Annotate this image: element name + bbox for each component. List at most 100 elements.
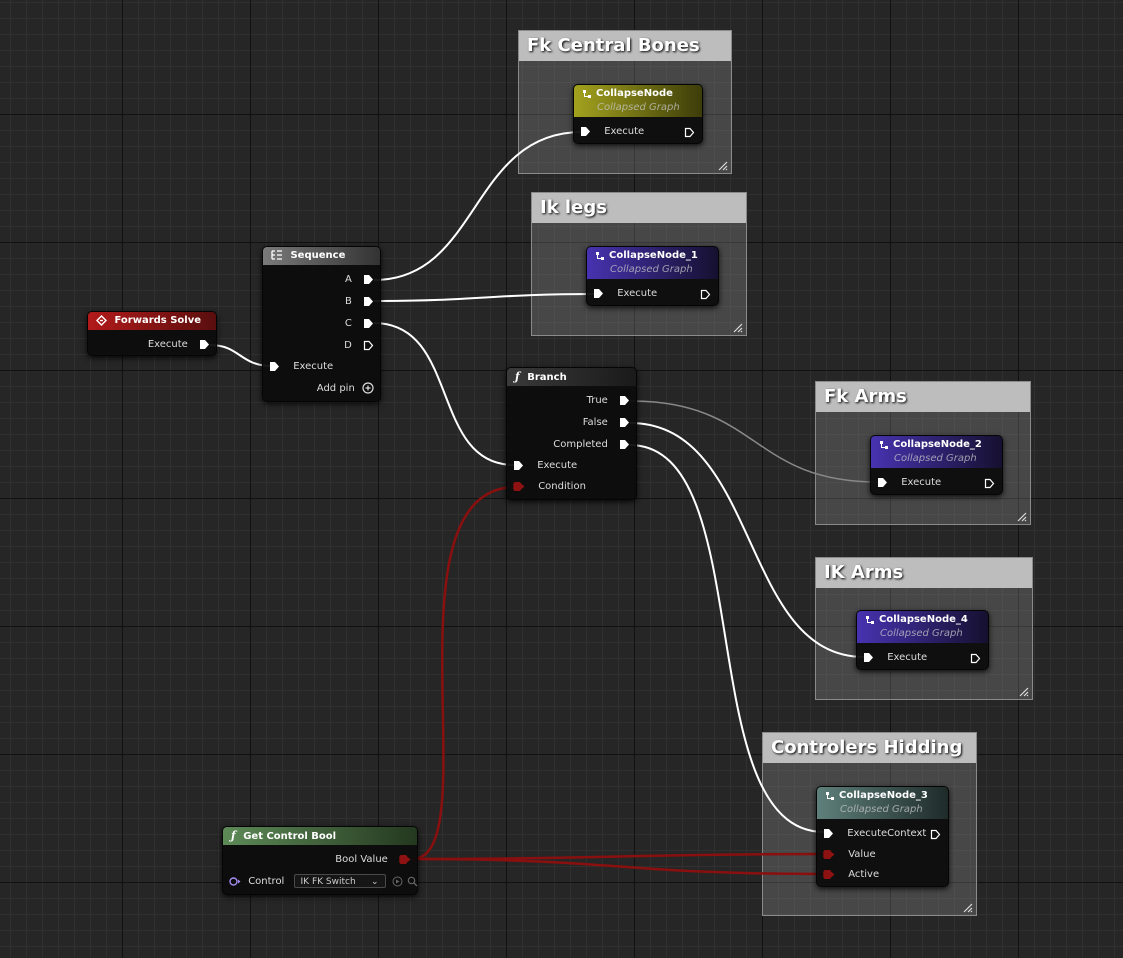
pin-label: Completed bbox=[553, 439, 608, 450]
add-pin-label: Add pin bbox=[316, 383, 355, 394]
exec-pin-icon[interactable] bbox=[619, 439, 630, 450]
node-subtitle: Collapsed Graph bbox=[880, 628, 963, 639]
function-icon: ƒ bbox=[515, 370, 520, 383]
exec-pin-icon[interactable] bbox=[877, 477, 888, 488]
collapsed-graph-icon bbox=[866, 616, 874, 624]
use-selected-icon[interactable] bbox=[392, 876, 403, 887]
node-header[interactable]: CollapseNode_3 Collapsed Graph bbox=[817, 787, 948, 819]
pin-active[interactable]: Active bbox=[823, 865, 879, 885]
pin-execute-in[interactable]: Execute bbox=[593, 284, 657, 304]
node-title: Sequence bbox=[290, 250, 346, 261]
pin-value[interactable]: Value bbox=[823, 845, 876, 865]
bool-pin-icon[interactable] bbox=[513, 481, 525, 491]
exec-pin-icon[interactable] bbox=[619, 417, 630, 428]
exec-pin-empty-icon[interactable] bbox=[984, 478, 995, 489]
node-title: CollapseNode_1 bbox=[609, 250, 698, 261]
search-icon[interactable] bbox=[407, 876, 418, 887]
pin-true[interactable]: True bbox=[587, 391, 630, 411]
node-header[interactable]: Forwards Solve bbox=[88, 312, 216, 330]
exec-pin-icon[interactable] bbox=[363, 296, 374, 307]
wire-branch-true-to-collapse2 bbox=[629, 400, 879, 483]
exec-pin-icon[interactable] bbox=[593, 288, 604, 299]
pin-label: Execute bbox=[604, 126, 645, 137]
node-header[interactable]: Sequence bbox=[263, 247, 380, 265]
pin-c[interactable]: C bbox=[345, 314, 374, 334]
exec-pin-empty-icon[interactable] bbox=[684, 127, 695, 138]
exec-pin-empty-icon[interactable] bbox=[970, 653, 981, 664]
node-title: Forwards Solve bbox=[114, 315, 202, 326]
pin-execute-in[interactable]: Execute bbox=[580, 122, 644, 142]
exec-pin-icon[interactable] bbox=[363, 318, 374, 329]
node-collapse-node-4[interactable]: CollapseNode_4 Collapsed Graph Execute bbox=[856, 610, 989, 670]
node-title: CollapseNode bbox=[596, 88, 673, 99]
node-forwards-solve[interactable]: Forwards Solve Execute bbox=[87, 311, 217, 356]
node-title: Get Control Bool bbox=[243, 831, 337, 842]
event-diamond-icon bbox=[96, 314, 107, 326]
node-get-control-bool[interactable]: ƒ Get Control Bool Bool Value Control IK… bbox=[222, 826, 418, 895]
pin-b[interactable]: B bbox=[345, 292, 374, 312]
pin-label: C bbox=[344, 318, 352, 329]
bool-pin-icon[interactable] bbox=[823, 869, 835, 879]
control-combo-box[interactable]: IK FK Switch ⌄ bbox=[293, 874, 386, 888]
wire-seq-b-to-collapse1 bbox=[373, 293, 597, 302]
wire-bool-to-condition bbox=[411, 485, 517, 861]
node-header[interactable]: CollapseNode_2 Collapsed Graph bbox=[871, 436, 1002, 468]
pin-execute-in[interactable]: Execute bbox=[877, 473, 941, 493]
node-header[interactable]: CollapseNode_4 Collapsed Graph bbox=[857, 611, 988, 643]
exec-pin-icon[interactable] bbox=[269, 361, 280, 372]
node-collapse-node-3[interactable]: CollapseNode_3 Collapsed Graph ExecuteCo… bbox=[816, 786, 949, 887]
node-collapse-node[interactable]: CollapseNode Collapsed Graph Execute bbox=[573, 84, 703, 144]
pin-label: B bbox=[344, 296, 352, 307]
add-circle-icon[interactable] bbox=[362, 382, 374, 394]
node-header[interactable]: CollapseNode Collapsed Graph bbox=[574, 85, 702, 117]
pin-label: Bool Value bbox=[335, 854, 388, 865]
pin-label: Control bbox=[248, 876, 285, 887]
wire-bool-to-active bbox=[411, 857, 827, 876]
pin-control[interactable]: Control IK FK Switch ⌄ bbox=[229, 872, 418, 892]
combo-value: IK FK Switch bbox=[300, 877, 356, 887]
exec-pin-empty-icon[interactable] bbox=[363, 340, 374, 351]
exec-pin-empty-icon[interactable] bbox=[700, 289, 711, 300]
pin-execute-context[interactable]: ExecuteContext bbox=[823, 824, 926, 844]
pin-d[interactable]: D bbox=[344, 336, 374, 356]
pin-execute-in[interactable]: Execute bbox=[269, 357, 333, 377]
bool-pin-icon[interactable] bbox=[399, 854, 411, 864]
pin-label: D bbox=[344, 340, 352, 351]
pin-false[interactable]: False bbox=[583, 413, 630, 433]
pin-completed[interactable]: Completed bbox=[553, 435, 630, 455]
node-branch[interactable]: ƒ Branch True False Completed Execute Co… bbox=[506, 367, 637, 500]
pin-execute-in[interactable]: Execute bbox=[513, 456, 577, 476]
pin-condition[interactable]: Condition bbox=[513, 477, 586, 497]
node-collapse-node-1[interactable]: CollapseNode_1 Collapsed Graph Execute bbox=[586, 246, 719, 306]
pin-execute-out[interactable]: Execute bbox=[148, 335, 210, 355]
pin-a[interactable]: A bbox=[345, 270, 374, 290]
node-subtitle: Collapsed Graph bbox=[610, 264, 693, 275]
node-header[interactable]: CollapseNode_1 Collapsed Graph bbox=[587, 247, 718, 279]
bool-pin-icon[interactable] bbox=[823, 849, 835, 859]
pin-label: Execute bbox=[901, 477, 942, 488]
add-pin-button[interactable]: Add pin bbox=[317, 379, 374, 399]
exec-pin-icon[interactable] bbox=[823, 828, 834, 839]
collapsed-graph-icon bbox=[596, 252, 604, 260]
node-header[interactable]: ƒ Get Control Bool bbox=[223, 827, 417, 845]
node-sequence[interactable]: Sequence A B C D Execute Add pin bbox=[262, 246, 381, 402]
node-header[interactable]: ƒ Branch bbox=[507, 368, 636, 386]
name-pin-icon[interactable] bbox=[229, 876, 241, 886]
pin-execute-in[interactable]: Execute bbox=[863, 648, 927, 668]
exec-pin-icon[interactable] bbox=[513, 460, 524, 471]
wire-branch-completed-to-collapse3 bbox=[629, 444, 825, 833]
pin-label: Condition bbox=[538, 481, 586, 492]
exec-pin-empty-icon[interactable] bbox=[930, 829, 941, 840]
exec-pin-icon[interactable] bbox=[363, 274, 374, 285]
exec-pin-icon[interactable] bbox=[580, 126, 591, 137]
chevron-down-icon: ⌄ bbox=[370, 877, 379, 887]
node-subtitle: Collapsed Graph bbox=[840, 804, 923, 815]
pin-label: False bbox=[582, 417, 608, 428]
exec-pin-icon[interactable] bbox=[863, 652, 874, 663]
pin-bool-value[interactable]: Bool Value bbox=[335, 850, 411, 870]
sequence-icon bbox=[271, 250, 282, 260]
exec-pin-icon[interactable] bbox=[619, 395, 630, 406]
pin-label: Execute bbox=[887, 652, 928, 663]
node-collapse-node-2[interactable]: CollapseNode_2 Collapsed Graph Execute bbox=[870, 435, 1003, 495]
exec-pin-icon[interactable] bbox=[199, 339, 210, 350]
